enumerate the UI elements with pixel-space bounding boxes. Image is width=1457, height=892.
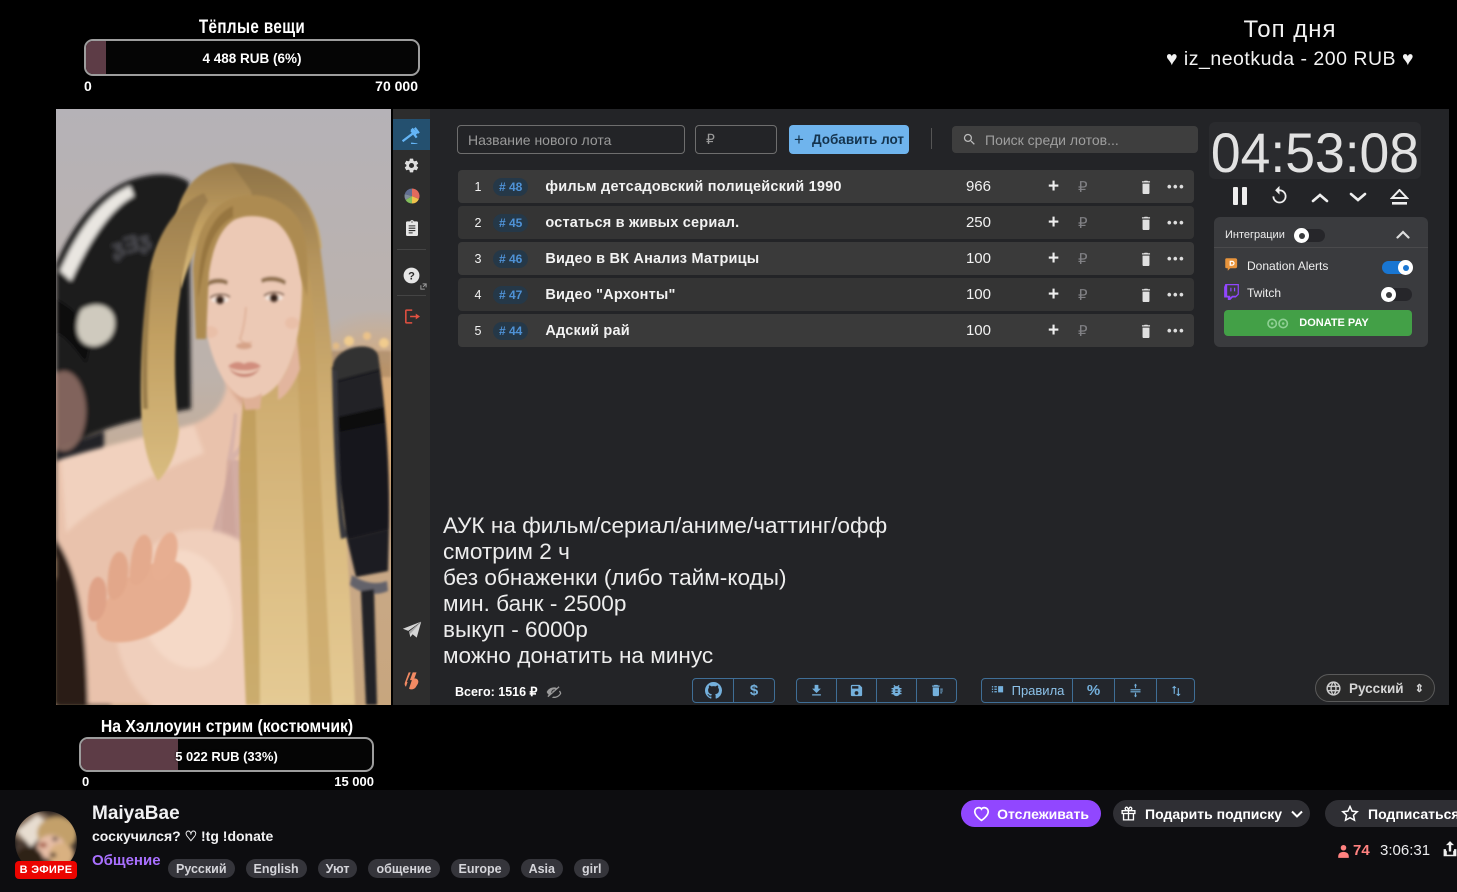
svg-text:?: ? bbox=[408, 270, 415, 282]
